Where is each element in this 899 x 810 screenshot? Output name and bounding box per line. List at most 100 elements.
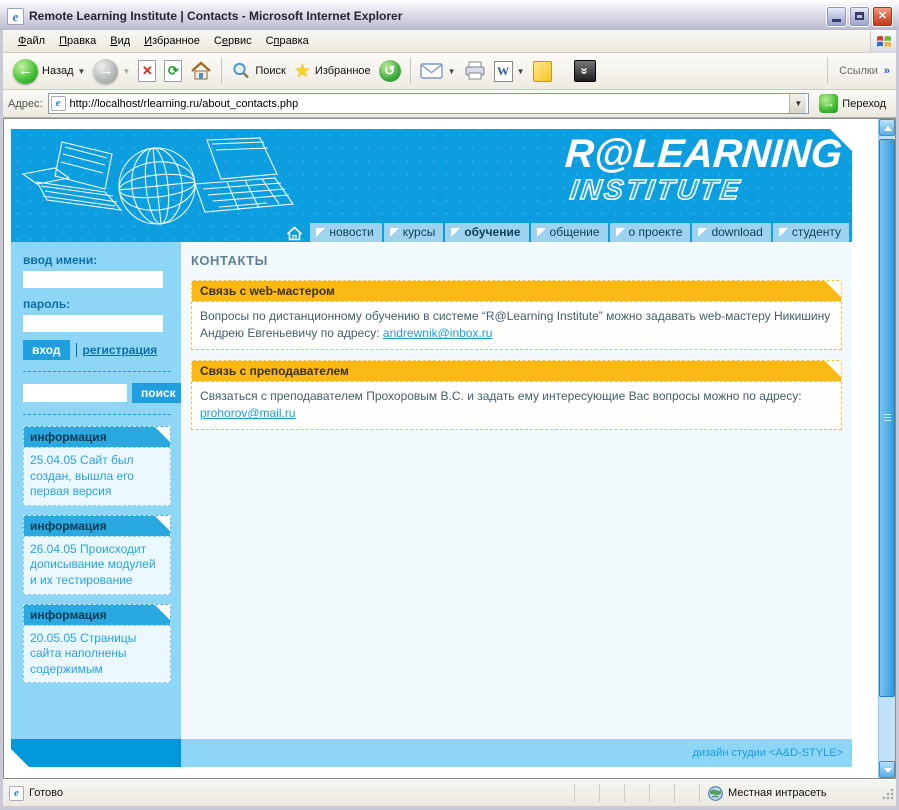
- password-input[interactable]: [23, 314, 163, 332]
- resize-grip[interactable]: [881, 786, 894, 800]
- back-button[interactable]: ← Назад ▼: [9, 57, 89, 86]
- maximize-button[interactable]: [849, 5, 870, 27]
- tab-flag-icon: [451, 227, 461, 237]
- tab-news[interactable]: новости: [310, 223, 382, 242]
- main-content: КОНТАКТЫ Связь с web-мастером Вопросы по…: [181, 242, 852, 739]
- messenger-note-button[interactable]: [529, 59, 556, 84]
- go-button[interactable]: → Переход: [814, 93, 891, 114]
- status-pane: [674, 784, 699, 802]
- section-body: Вопросы по дистанционному обучению в сис…: [191, 301, 842, 350]
- forward-button[interactable]: → ▼: [89, 57, 134, 86]
- menu-item-help[interactable]: Справка: [259, 32, 316, 50]
- title-bar: e Remote Learning Institute | Contacts -…: [0, 0, 899, 30]
- status-pane: [624, 784, 649, 802]
- tab-flag-icon: [316, 227, 326, 237]
- address-label: Адрес:: [8, 97, 43, 110]
- scrollbar-thumb[interactable]: [879, 139, 895, 697]
- forward-icon: →: [93, 58, 119, 84]
- minimize-button[interactable]: [826, 5, 847, 27]
- menu-item-edit[interactable]: Правка: [52, 32, 103, 50]
- tab-flag-icon: [536, 227, 546, 237]
- links-chevron-icon[interactable]: »: [884, 65, 890, 77]
- main-nav: новости курсы обучение общение о проекте…: [11, 223, 849, 242]
- login-input[interactable]: [23, 270, 163, 288]
- address-input[interactable]: [69, 97, 790, 110]
- tab-about-project[interactable]: о проекте: [609, 223, 691, 242]
- edit-word-button[interactable]: W ▼: [490, 59, 529, 84]
- download-manager-button[interactable]: »: [570, 58, 600, 84]
- status-text: Готово: [29, 787, 63, 799]
- stop-button[interactable]: ✕: [134, 58, 160, 84]
- refresh-button[interactable]: ⟳: [160, 58, 186, 84]
- nav-home-button[interactable]: [284, 224, 304, 242]
- menu-bar: Файл Правка Вид Избранное Сервис Справка: [3, 29, 896, 53]
- browser-window: e Remote Learning Institute | Contacts -…: [0, 0, 899, 810]
- status-pane: [599, 784, 624, 802]
- sidebar-search-button[interactable]: поиск: [132, 383, 185, 403]
- info-block-text: 26.04.05 Происходит дописывание модулей …: [23, 535, 171, 595]
- zone-text: Местная интрасеть: [728, 787, 827, 799]
- logo-line2: INSTITUTE: [567, 173, 745, 206]
- back-icon: ←: [13, 58, 38, 84]
- page-footer: дизайн студии <A&D-STYLE>: [11, 739, 852, 767]
- login-button[interactable]: вход: [23, 340, 70, 360]
- status-pane: [574, 784, 599, 802]
- design-credit: дизайн студии <A&D-STYLE>: [692, 747, 843, 759]
- history-button[interactable]: ↺: [375, 58, 405, 84]
- home-button[interactable]: [186, 58, 216, 84]
- search-button[interactable]: Поиск: [227, 59, 289, 83]
- favorites-label: Избранное: [314, 65, 371, 77]
- mail-dropdown-icon[interactable]: ▼: [448, 67, 456, 76]
- go-arrow-icon: →: [819, 94, 839, 113]
- site-logo: R@LEARNING INSTITUTE: [412, 132, 844, 206]
- back-dropdown-icon[interactable]: ▼: [78, 67, 86, 76]
- home-icon: [286, 226, 302, 241]
- tab-flag-icon: [615, 227, 625, 237]
- menu-item-favorites[interactable]: Избранное: [137, 32, 207, 50]
- page-title: КОНТАКТЫ: [191, 253, 268, 268]
- info-block-text: 20.05.05 Страницы сайта наполнены содерж…: [23, 624, 171, 684]
- info-block: информация 26.04.05 Происходит дописыван…: [23, 514, 171, 595]
- footer-credit-strip: дизайн студии <A&D-STYLE>: [181, 739, 852, 767]
- edit-dropdown-icon[interactable]: ▼: [517, 67, 525, 76]
- sidebar-divider: [23, 414, 171, 415]
- tab-education[interactable]: обучение: [445, 223, 529, 242]
- search-icon: [233, 62, 250, 79]
- sidebar-divider: [23, 371, 171, 372]
- address-dropdown-icon[interactable]: ▼: [789, 94, 807, 113]
- close-button[interactable]: ✕: [872, 5, 893, 27]
- register-link[interactable]: регистрация: [75, 343, 157, 357]
- tab-communication[interactable]: общение: [530, 223, 608, 242]
- page-icon: e: [9, 785, 24, 801]
- menu-item-file[interactable]: Файл: [11, 32, 52, 50]
- toolbar: ← Назад ▼ → ▼ ✕ ⟳ Поиск ★ Избранное ↺ ▼: [3, 53, 896, 90]
- history-icon: ↺: [378, 60, 401, 82]
- go-label: Переход: [842, 97, 886, 110]
- header-corner-triangle: [830, 129, 852, 151]
- teacher-email-link[interactable]: prohorov@mail.ru: [200, 406, 296, 420]
- menu-item-view[interactable]: Вид: [103, 32, 137, 50]
- word-icon: W: [493, 60, 513, 82]
- info-block-text: 25.04.05 Сайт был создан, вышла его перв…: [23, 447, 171, 506]
- scroll-up-button[interactable]: [879, 119, 895, 136]
- favorites-button[interactable]: ★ Избранное: [290, 58, 375, 85]
- scroll-down-button[interactable]: [879, 761, 895, 778]
- webmaster-email-link[interactable]: andrewnik@inbox.ru: [383, 326, 493, 340]
- tab-courses[interactable]: курсы: [383, 223, 444, 242]
- footer-left-block: [11, 739, 181, 767]
- security-zone-pane: Местная интрасеть: [699, 784, 894, 802]
- web-page: R@LEARNING INSTITUTE новости курсы обуче…: [11, 129, 852, 767]
- tab-flag-icon: [389, 227, 399, 237]
- menu-item-tools[interactable]: Сервис: [207, 32, 259, 50]
- tab-download[interactable]: download: [692, 223, 771, 242]
- info-block-header: информация: [23, 603, 171, 625]
- print-button[interactable]: [460, 59, 490, 83]
- tab-student[interactable]: студенту: [772, 223, 849, 242]
- sidebar: ввод имени: пароль: вход регистрация пои…: [11, 242, 185, 739]
- corner-triangle: [155, 515, 170, 531]
- mail-button[interactable]: ▼: [416, 60, 460, 82]
- vertical-scrollbar[interactable]: [878, 119, 895, 778]
- contact-section-teacher: Связь с преподавателем Связаться с препо…: [191, 359, 842, 430]
- address-bar: Адрес: e ▼ → Переход: [3, 90, 896, 118]
- sidebar-search-input[interactable]: [23, 384, 127, 402]
